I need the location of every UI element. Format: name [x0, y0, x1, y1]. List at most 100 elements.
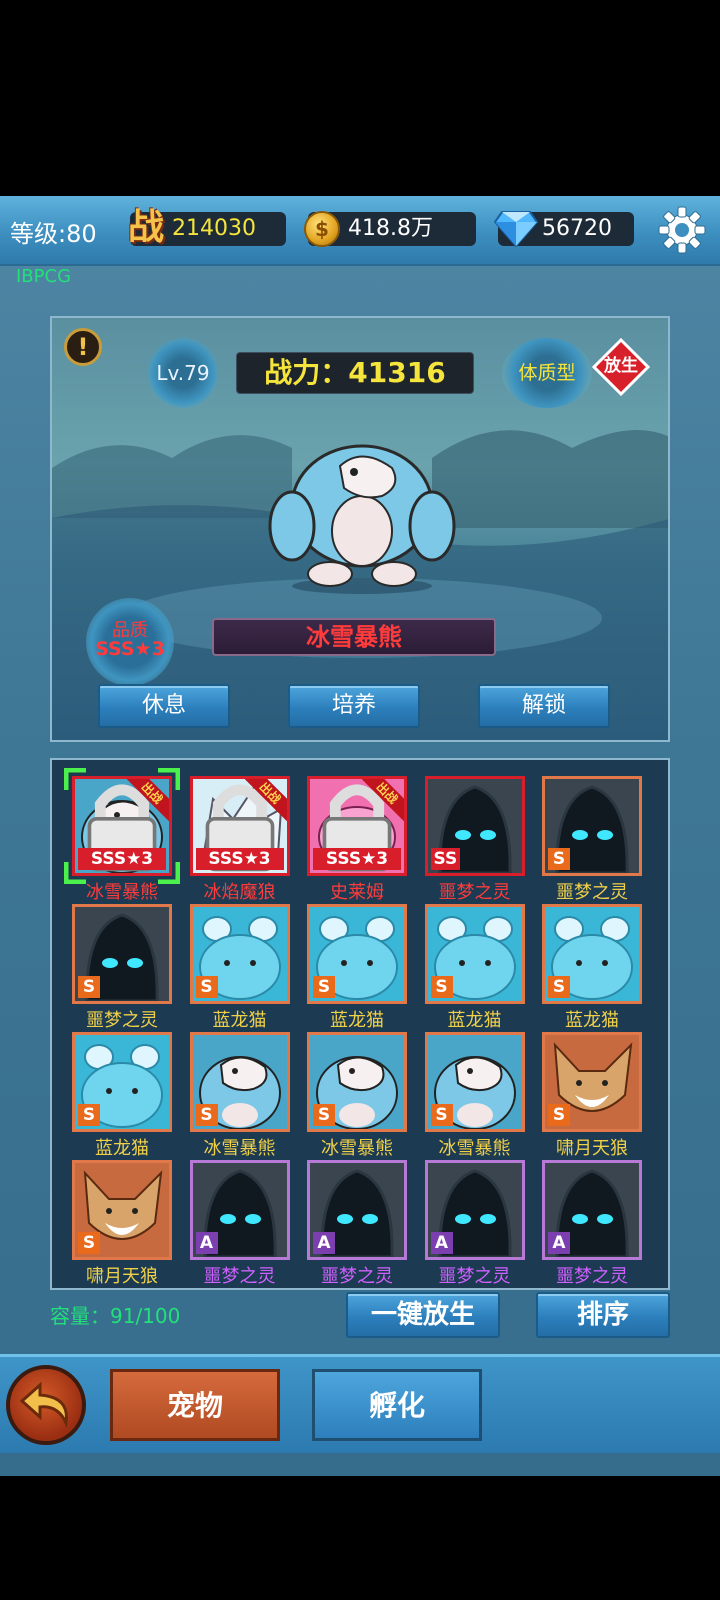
pet-portrait-frame: A [189, 1160, 290, 1260]
grade-badge: S [548, 976, 570, 998]
pet-portrait-frame: S [542, 904, 642, 1004]
pet-portrait-frame: A [307, 1160, 407, 1260]
top-bar: 等级:80 214030 战 418.8万 $ 56720 [0, 196, 720, 266]
pet-slot[interactable]: SS 噩梦之灵 [424, 776, 525, 903]
back-button[interactable] [6, 1365, 86, 1445]
pet-slot[interactable]: A 噩梦之灵 [189, 1160, 290, 1287]
pet-slot[interactable]: 出战 SSS★3 冰焰魔狼 [189, 776, 290, 903]
pet-portrait-frame: S [424, 1032, 525, 1132]
grade-badge: S [195, 976, 218, 998]
pet-name: 蓝龙猫 [565, 1010, 619, 1031]
bottom-nav: 宠物 孵化 [0, 1354, 720, 1453]
grade-badge: S [78, 976, 100, 998]
pet-portrait-frame: 出战 SSS★3 [72, 776, 172, 876]
pet-name: 啸月天狼 [556, 1138, 628, 1159]
grade-badge: SSS★3 [78, 848, 166, 870]
pet-name: 啸月天狼 [86, 1266, 158, 1287]
deployed-label: 出战 [244, 779, 287, 821]
release-button-label: 放生 [604, 356, 638, 376]
coin-icon: $ [304, 211, 340, 247]
pet-name: 史莱姆 [330, 882, 384, 903]
pet-name: 噩梦之灵 [438, 1266, 511, 1287]
pet-slot[interactable]: A 噩梦之灵 [542, 1160, 642, 1287]
capacity-label: 容量：91/100 [50, 1304, 181, 1328]
pet-portrait-frame: S [72, 1032, 172, 1132]
pet-slot[interactable]: S 噩梦之灵 [542, 776, 642, 903]
pet-slot[interactable]: S 冰雪暴熊 [189, 1032, 290, 1159]
tab-hatch[interactable]: 孵化 [312, 1369, 482, 1441]
grade-badge: S [313, 976, 335, 998]
pet-name: 冰雪暴熊 [86, 882, 158, 903]
grade-badge: S [78, 1232, 100, 1254]
pet-portrait-frame: 出战 SSS★3 [307, 776, 407, 876]
pet-slot[interactable]: S 蓝龙猫 [189, 904, 290, 1031]
pet-name: 冰焰魔狼 [203, 882, 276, 903]
pet-portrait-frame: S [72, 1160, 172, 1260]
pet-name: 蓝龙猫 [95, 1138, 149, 1159]
grade-badge: S [78, 1104, 100, 1126]
unlock-button[interactable]: 解锁 [478, 684, 610, 728]
pet-slot[interactable]: 出战 SSS★3 冰雪暴熊 [64, 768, 180, 903]
pet-slot[interactable]: S 冰雪暴熊 [307, 1032, 407, 1159]
grade-badge: S [548, 848, 570, 870]
pet-name: 冰雪暴熊 [438, 1138, 511, 1159]
grade-badge: S [430, 976, 453, 998]
pet-slot[interactable]: S 蓝龙猫 [72, 1032, 172, 1159]
tab-pets[interactable]: 宠物 [110, 1369, 280, 1441]
pet-slot[interactable]: 出战 SSS★3 史莱姆 [307, 776, 407, 903]
rest-button[interactable]: 休息 [98, 684, 230, 728]
release-all-button[interactable]: 一键放生 [346, 1292, 500, 1338]
pet-portrait-frame: S [72, 904, 172, 1004]
pet-name: 冰雪暴熊 [321, 1138, 393, 1159]
pet-slot[interactable]: S 啸月天狼 [542, 1032, 642, 1159]
grade-badge: SS [430, 848, 461, 870]
grade-badge: S [313, 1104, 335, 1126]
pet-portrait-bear [268, 444, 456, 594]
pet-slot[interactable]: S 啸月天狼 [72, 1160, 172, 1287]
pet-name: 蓝龙猫 [330, 1010, 384, 1031]
pet-portrait-frame: S [424, 904, 525, 1004]
power-icon: 战 [127, 207, 164, 248]
grade-badge: S [548, 1104, 570, 1126]
pet-detail-panel: ! Lv.79 战力：41316 体质型 放生 品质 SSS★3 冰雪暴熊 休息… [50, 316, 670, 742]
pet-slot[interactable]: S 蓝龙猫 [542, 904, 642, 1031]
pet-portrait-frame: 出战 SSS★3 [189, 776, 290, 876]
pet-portrait-frame: S [542, 776, 642, 876]
pet-name: 噩梦之灵 [203, 1266, 276, 1287]
grade-badge: SSS★3 [195, 848, 284, 870]
pet-portrait-frame: A [424, 1160, 525, 1260]
pet-portrait-frame: A [542, 1160, 642, 1260]
diamond-icon [494, 211, 538, 248]
pet-name-plate: 冰雪暴熊 [212, 618, 496, 656]
sort-button[interactable]: 排序 [536, 1292, 670, 1338]
pet-quality-badge: 品质 SSS★3 [86, 598, 174, 686]
deployed-label: 出战 [362, 779, 404, 821]
pet-slot[interactable]: S 噩梦之灵 [72, 904, 172, 1031]
pet-slot[interactable]: S 蓝龙猫 [424, 904, 525, 1031]
pet-name: 蓝龙猫 [447, 1010, 502, 1031]
grade-badge: SSS★3 [313, 848, 401, 870]
grade-badge: A [430, 1232, 453, 1254]
pet-combat-power: 战力：41316 [236, 352, 474, 394]
back-arrow-icon [19, 1381, 68, 1429]
pet-slot[interactable]: A 噩梦之灵 [424, 1160, 525, 1287]
pet-level: Lv.79 [148, 338, 218, 408]
pet-slot[interactable]: S 冰雪暴熊 [424, 1032, 525, 1159]
grade-badge: S [195, 1104, 218, 1126]
deployed-ribbon: 出战 [362, 779, 404, 821]
deployed-ribbon: 出战 [127, 779, 169, 821]
player-level: 等级:80 [10, 220, 97, 248]
train-button[interactable]: 培养 [288, 684, 420, 728]
pet-name: 噩梦之灵 [556, 1266, 628, 1287]
deployed-ribbon: 出战 [244, 779, 287, 821]
pet-name: 噩梦之灵 [321, 1266, 393, 1287]
grade-badge: A [548, 1232, 570, 1254]
pet-slot[interactable]: S 蓝龙猫 [307, 904, 407, 1031]
pet-portrait-frame: S [307, 904, 407, 1004]
info-warning-icon[interactable]: ! [64, 328, 102, 366]
pet-name: 噩梦之灵 [556, 882, 628, 903]
pet-slot[interactable]: A 噩梦之灵 [307, 1160, 407, 1287]
watermark-text: IBPCG [16, 266, 72, 287]
pet-name: 噩梦之灵 [438, 882, 511, 903]
gear-icon[interactable] [656, 204, 708, 256]
